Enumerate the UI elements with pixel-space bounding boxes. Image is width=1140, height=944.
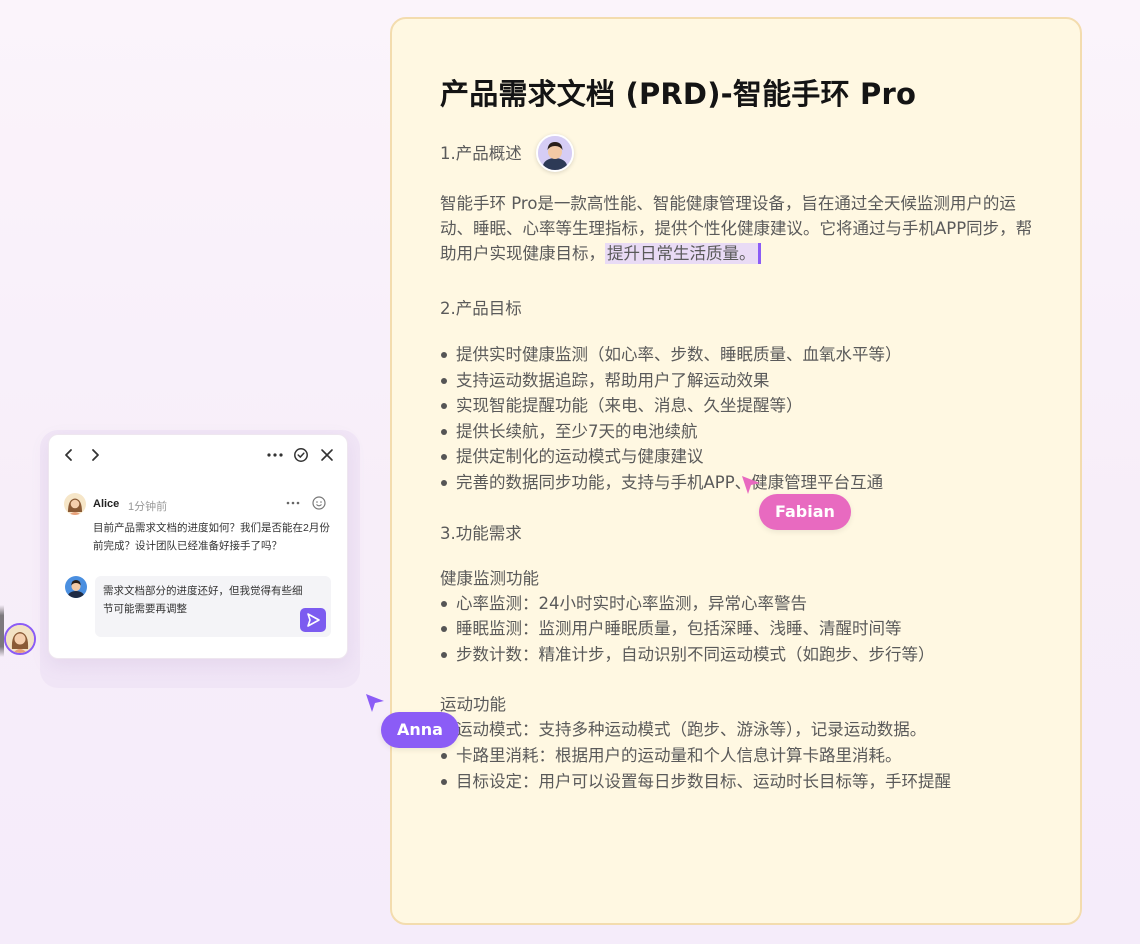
list-item: 提供实时健康监测（如心率、步数、睡眠质量、血氧水平等） bbox=[440, 342, 1045, 368]
chevron-right-icon[interactable] bbox=[89, 445, 101, 471]
health-features-list: 心率监测：24小时实时心率监测，异常心率警告 睡眠监测：监测用户睡眠质量，包括深… bbox=[440, 591, 1045, 668]
goals-list: 提供实时健康监测（如心率、步数、睡眠质量、血氧水平等） 支持运动数据追踪，帮助用… bbox=[440, 342, 1045, 496]
document-body[interactable]: 1.产品概述 智能手环 Pro是一款高性能、智能健康管理设备，旨在通过全天候监测… bbox=[440, 134, 1045, 794]
chevron-left-icon[interactable] bbox=[63, 445, 75, 471]
reply-text[interactable]: 需求文档部分的进度还好，但我觉得有些细节可能需要再调整 bbox=[103, 582, 303, 618]
list-item: 支持运动数据追踪，帮助用户了解运动效果 bbox=[440, 368, 1045, 394]
cursor-arrow-icon bbox=[742, 476, 760, 494]
section-heading-overview: 1.产品概述 bbox=[440, 134, 1045, 172]
male-avatar-icon bbox=[537, 136, 572, 170]
female-avatar-icon bbox=[6, 625, 34, 653]
overview-paragraph: 智能手环 Pro是一款高性能、智能健康管理设备，旨在通过全天候监测用户的运动、睡… bbox=[440, 194, 1033, 264]
avatar bbox=[65, 576, 87, 598]
close-icon[interactable] bbox=[319, 445, 335, 471]
emoji-icon[interactable] bbox=[311, 493, 327, 519]
list-item: 实现智能提醒功能（来电、消息、久坐提醒等） bbox=[440, 393, 1045, 419]
female-avatar-icon bbox=[64, 493, 86, 515]
comment-panel[interactable]: Alice 1分钟前 目前产品需求文档的进度如何？我们是否能在2月份前完成？设计… bbox=[48, 434, 348, 659]
male-avatar-icon bbox=[65, 576, 87, 598]
check-circle-icon[interactable] bbox=[293, 445, 309, 471]
comment-toolbar bbox=[49, 445, 347, 465]
collaborator-avatar[interactable] bbox=[535, 134, 574, 172]
subsection-title: 运动功能 bbox=[440, 695, 506, 715]
comment-timestamp: 1分钟前 bbox=[128, 501, 168, 513]
list-item: 目标设定：用户可以设置每日步数目标、运动时长目标等，手环提醒 bbox=[440, 769, 1045, 795]
list-item: 提供长续航，至少7天的电池续航 bbox=[440, 419, 1045, 445]
send-icon bbox=[307, 613, 320, 627]
section-heading-text: 1.产品概述 bbox=[440, 143, 522, 163]
canvas-edge-marker bbox=[0, 605, 4, 657]
cursor-name-tag: Anna bbox=[381, 712, 459, 748]
document-title: 产品需求文档 (PRD)-智能手环 Pro bbox=[440, 77, 917, 111]
comment-anchor-avatar[interactable] bbox=[4, 623, 36, 655]
comment-author: Alice bbox=[93, 498, 120, 510]
cursor-name-tag: Fabian bbox=[759, 494, 851, 530]
list-item: 睡眠监测：监测用户睡眠质量，包括深睡、浅睡、清醒时间等 bbox=[440, 616, 1045, 642]
list-item: 运动模式：支持多种运动模式（跑步、游泳等），记录运动数据。 bbox=[440, 717, 1045, 743]
cursor-arrow-icon bbox=[366, 694, 384, 712]
more-horizontal-icon[interactable] bbox=[266, 445, 284, 471]
send-button[interactable] bbox=[300, 608, 326, 632]
list-item: 提供定制化的运动模式与健康建议 bbox=[440, 444, 1045, 470]
section-heading-features: 3.功能需求 bbox=[440, 524, 522, 544]
reply-input[interactable]: 需求文档部分的进度还好，但我觉得有些细节可能需要再调整 bbox=[95, 576, 331, 637]
list-item: 步数计数：精准计步，自动识别不同运动模式（如跑步、步行等） bbox=[440, 642, 1045, 668]
comment-message: 目前产品需求文档的进度如何？我们是否能在2月份前完成？设计团队已经准备好接手了吗… bbox=[93, 522, 330, 552]
subsection-title: 健康监测功能 bbox=[440, 568, 539, 588]
list-item: 卡路里消耗：根据用户的运动量和个人信息计算卡路里消耗。 bbox=[440, 743, 1045, 769]
more-horizontal-icon[interactable] bbox=[285, 493, 301, 519]
prd-document[interactable]: 产品需求文档 (PRD)-智能手环 Pro 1.产品概述 智能手环 Pro是一款… bbox=[390, 17, 1082, 925]
avatar bbox=[64, 493, 86, 515]
section-heading-goals: 2.产品目标 bbox=[440, 298, 522, 318]
highlighted-text[interactable]: 提升日常生活质量。 bbox=[605, 243, 761, 264]
list-item: 心率监测：24小时实时心率监测，异常心率警告 bbox=[440, 591, 1045, 617]
sport-features-list: 运动模式：支持多种运动模式（跑步、游泳等），记录运动数据。 卡路里消耗：根据用户… bbox=[440, 717, 1045, 794]
